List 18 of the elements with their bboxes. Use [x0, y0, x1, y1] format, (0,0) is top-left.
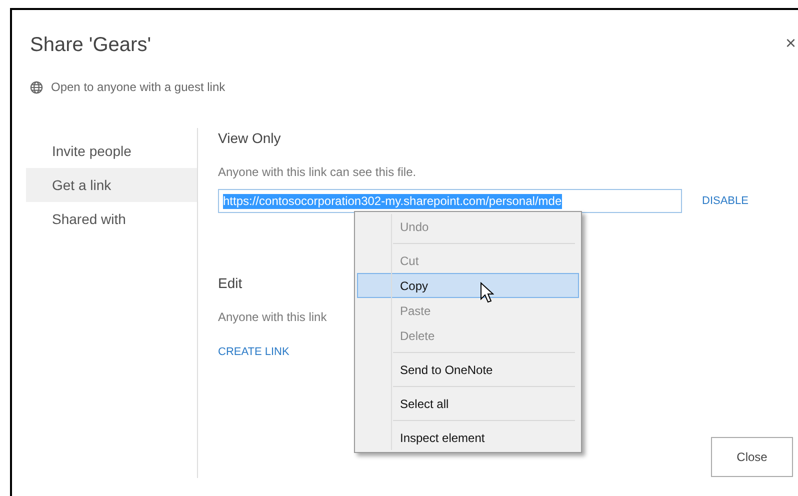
- menu-item[interactable]: Inspect element: [357, 425, 579, 450]
- action-link[interactable]: DISABLE: [702, 192, 748, 210]
- nav-item[interactable]: Get a link: [26, 168, 197, 202]
- action-link[interactable]: CREATE LINK: [218, 344, 290, 360]
- globe-icon: [30, 80, 43, 94]
- nav-item[interactable]: Shared with: [26, 202, 197, 236]
- dialog-title: Share 'Gears': [30, 33, 152, 58]
- section-title: View Only: [218, 129, 281, 148]
- menu-item[interactable]: Send to OneNote: [357, 357, 579, 382]
- menu-item[interactable]: Select all: [357, 391, 579, 416]
- close-button[interactable]: Close: [711, 437, 793, 477]
- nav-item[interactable]: Invite people: [26, 134, 197, 168]
- section-description: Anyone with this link can see this file.: [218, 164, 416, 181]
- cursor-icon: [480, 282, 494, 304]
- section-description: Anyone with this link: [218, 309, 327, 326]
- menu-item[interactable]: Copy: [357, 273, 579, 298]
- section-title: Edit: [218, 274, 242, 293]
- access-note: Open to anyone with a guest link: [51, 79, 226, 96]
